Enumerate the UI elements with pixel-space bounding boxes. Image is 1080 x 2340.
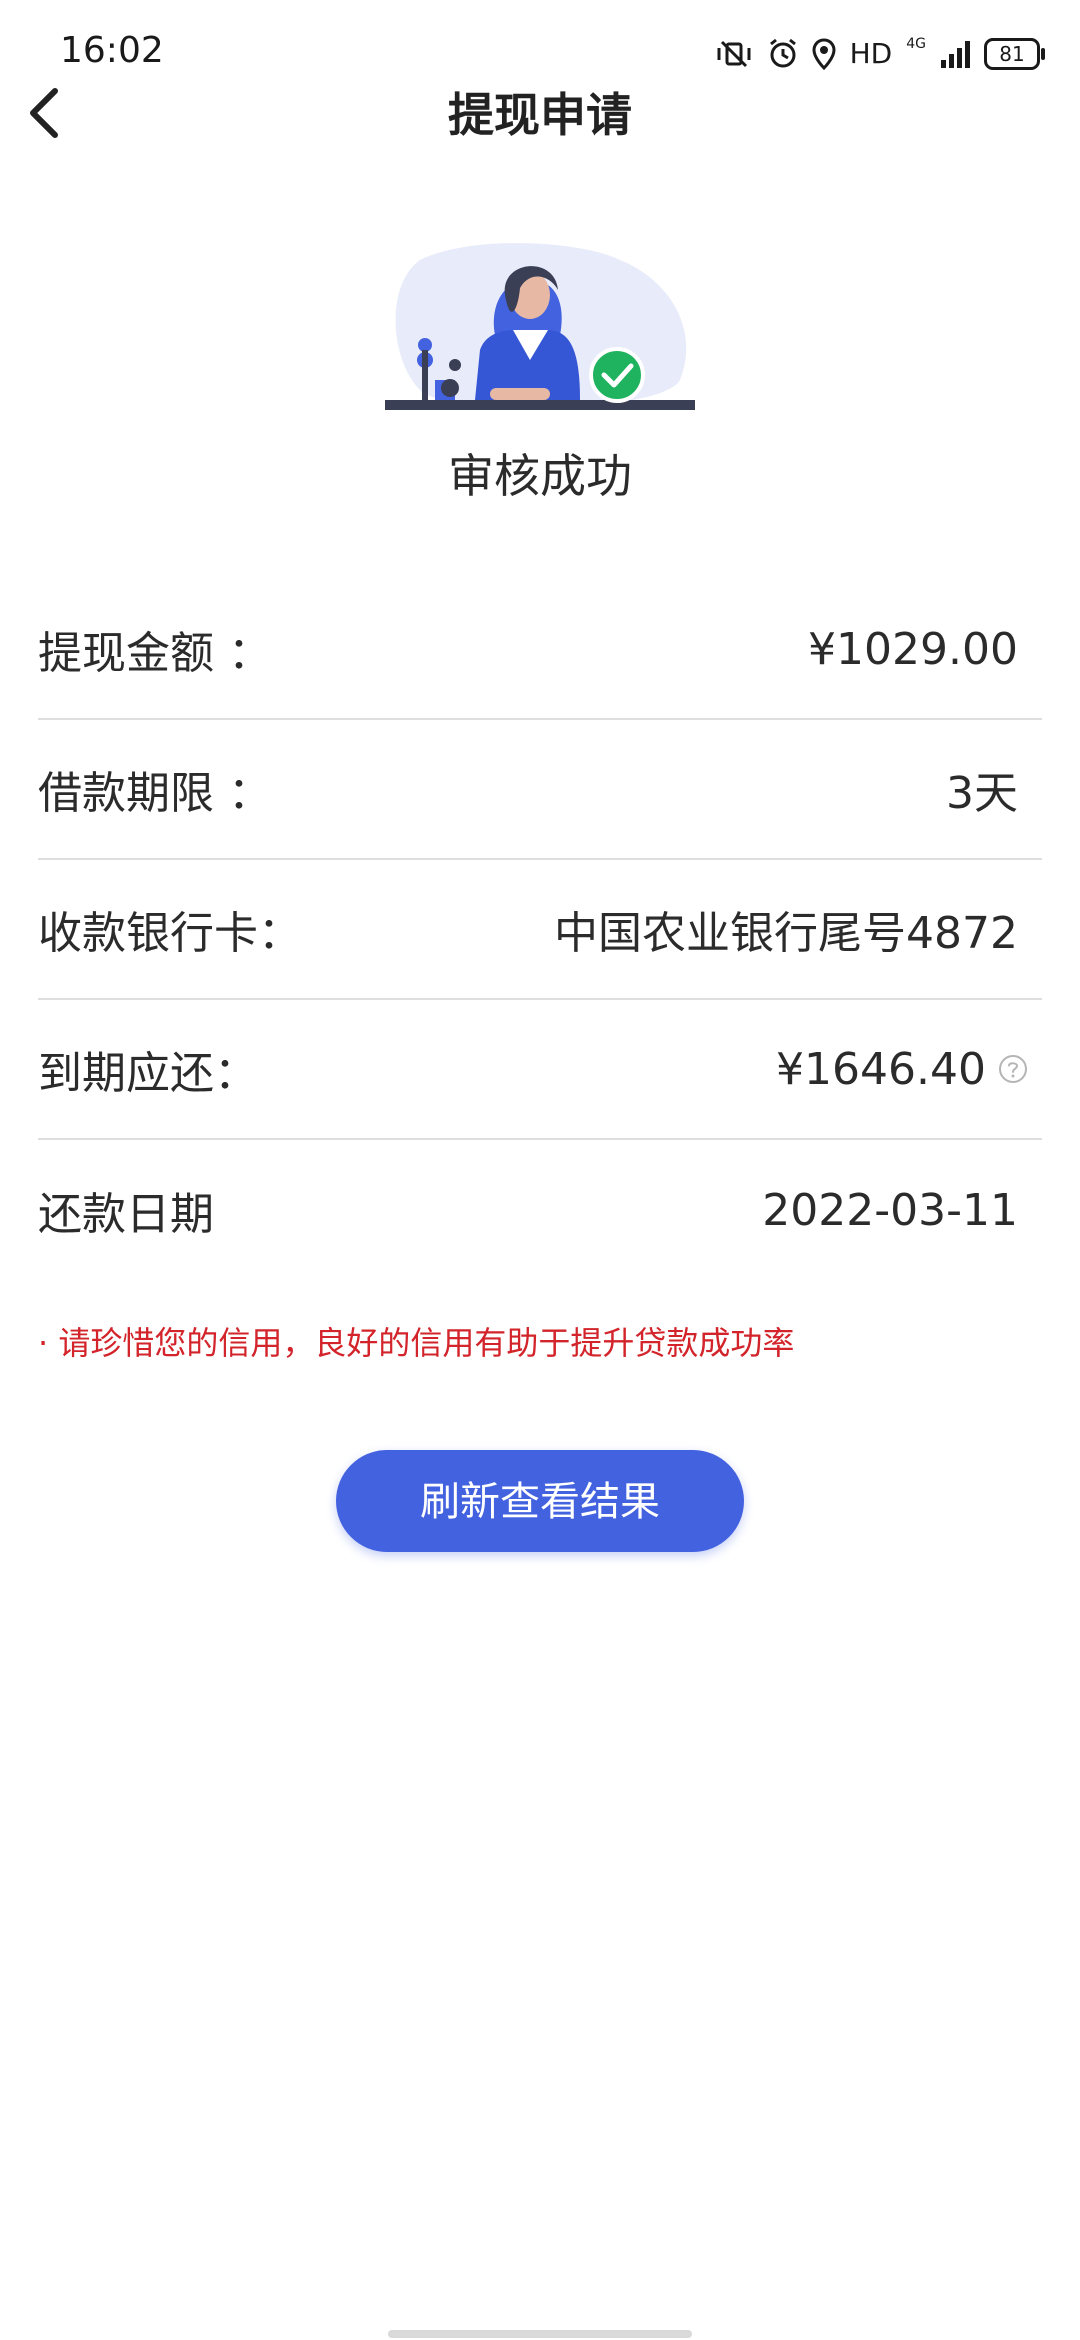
credit-notice: · 请珍惜您的信用，良好的信用有助于提升贷款成功率 — [38, 1324, 795, 1362]
review-status-title: 审核成功 — [448, 449, 632, 503]
vibrate-mute-icon — [714, 38, 754, 70]
home-indicator[interactable] — [388, 2330, 692, 2338]
app-header: 提现申请 — [0, 70, 1080, 160]
detail-label: 到期应还： — [38, 1048, 258, 1099]
detail-value: 3天 — [946, 768, 1018, 819]
detail-row-amount: 提现金额 ： ¥1029.00 — [38, 580, 1042, 720]
status-icons: HD 4G 81 — [714, 34, 1045, 74]
battery-icon: 81 — [984, 38, 1045, 70]
status-time: 16:02 — [60, 30, 164, 71]
detail-row-repayment-date: 还款日期 2022-03-11 — [38, 1140, 1042, 1280]
refresh-result-button[interactable]: 刷新查看结果 — [336, 1450, 744, 1552]
page-title: 提现申请 — [448, 88, 632, 142]
detail-label: 收款银行卡： — [38, 908, 302, 959]
detail-row-term: 借款期限 ： 3天 — [38, 720, 1042, 860]
alarm-icon — [768, 38, 798, 70]
network-label: 4G — [906, 36, 926, 52]
detail-row-bank-card: 收款银行卡： 中国农业银行尾号4872 — [38, 860, 1042, 1000]
detail-value: ¥1029.00 — [808, 623, 1018, 675]
detail-label: 还款日期 — [38, 1189, 214, 1240]
detail-label: 提现金额 ： — [38, 628, 272, 679]
detail-row-due-amount: 到期应还： ¥1646.40 — [38, 1000, 1042, 1140]
question-circle-icon[interactable] — [998, 1054, 1028, 1084]
withdrawal-details: 提现金额 ： ¥1029.00 借款期限 ： 3天 收款银行卡： 中国农业银行尾… — [38, 580, 1042, 1280]
detail-value: ¥1646.40 — [776, 1043, 986, 1095]
location-icon — [812, 38, 836, 70]
detail-value-container: ¥1646.40 — [776, 1044, 1042, 1095]
hd-label: HD — [849, 37, 893, 70]
review-success-illustration — [380, 240, 700, 420]
detail-value: 2022-03-11 — [762, 1184, 1018, 1236]
detail-value: 中国农业银行尾号4872 — [554, 908, 1018, 959]
signal-icon — [940, 38, 970, 70]
detail-label: 借款期限 ： — [38, 768, 272, 819]
